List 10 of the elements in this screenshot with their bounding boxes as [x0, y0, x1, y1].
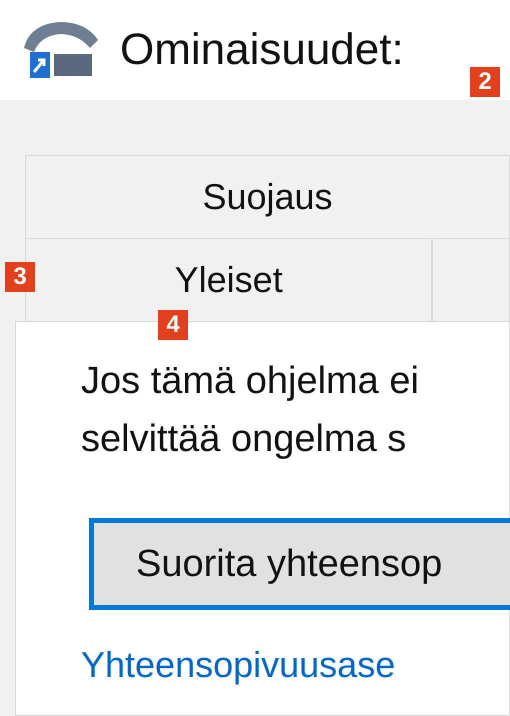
description-text: Jos tämä ohjelma ei — [81, 359, 420, 404]
callout-marker: 4 — [158, 310, 188, 340]
callout-marker: 2 — [470, 67, 500, 97]
settings-link[interactable]: Yhteensopivuusase — [81, 638, 509, 692]
window-title: Ominaisuudet: — [120, 24, 404, 76]
compatibility-button[interactable]: Suorita yhteensop — [89, 518, 510, 610]
tab[interactable]: Suojaus — [25, 155, 510, 238]
description-text: selvittää ongelma s — [81, 417, 408, 462]
callout-marker: 3 — [5, 262, 35, 292]
tab[interactable] — [432, 238, 510, 321]
